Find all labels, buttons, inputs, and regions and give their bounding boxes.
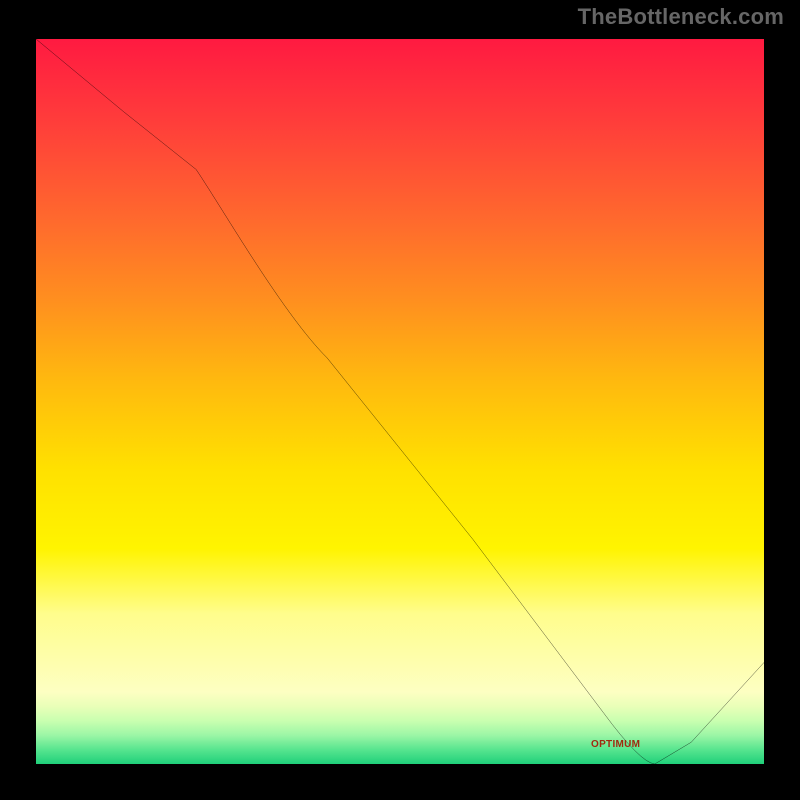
watermark-text: TheBottleneck.com — [578, 4, 784, 30]
chart-canvas: TheBottleneck.com OPTIMUM — [0, 0, 800, 800]
plot-area: OPTIMUM — [25, 28, 775, 775]
line-series — [36, 39, 764, 764]
optimum-label: OPTIMUM — [591, 739, 640, 750]
bottleneck-curve-path — [36, 39, 764, 764]
